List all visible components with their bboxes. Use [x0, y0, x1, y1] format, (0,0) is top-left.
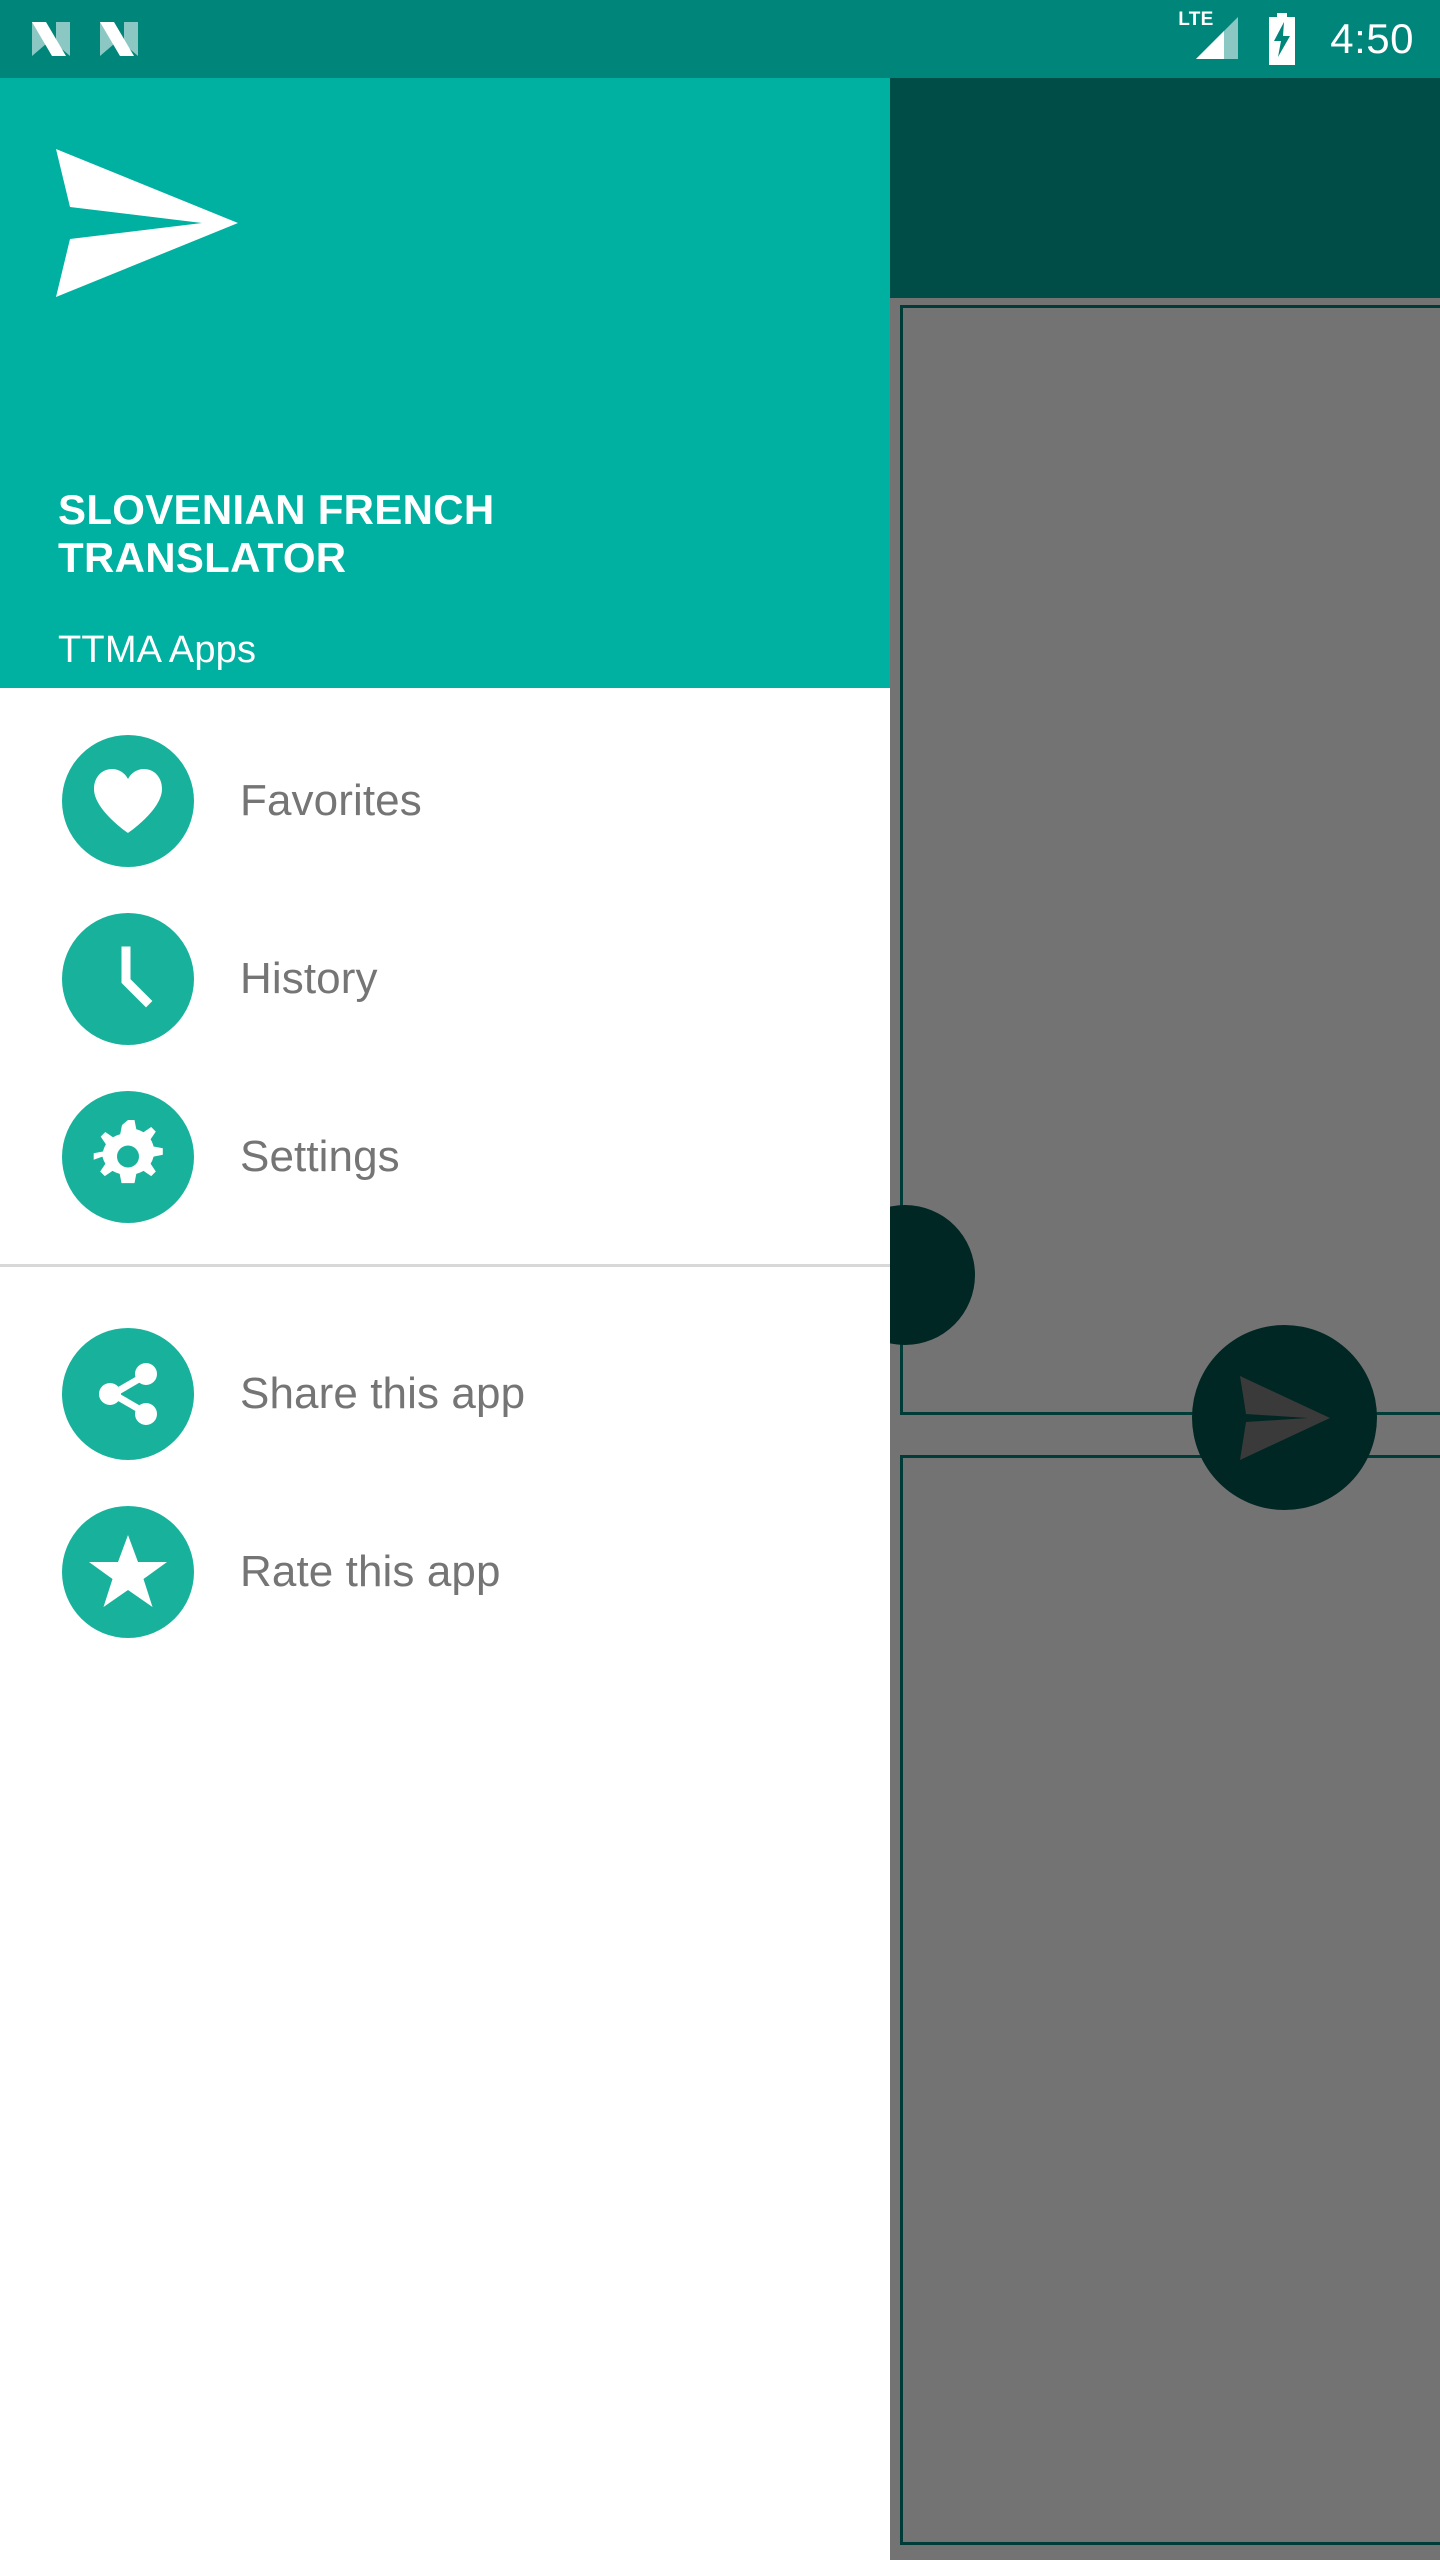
- drawer-item-label: Settings: [240, 1132, 400, 1181]
- gear-icon: [62, 1091, 194, 1223]
- drawer-item-favorites[interactable]: Favorites: [0, 712, 890, 890]
- drawer-item-rate-this-app[interactable]: Rate this app: [0, 1483, 890, 1661]
- app-root: FRENCH SLOVENIAN FRENCH TRANSLATOR TTMA …: [0, 0, 1440, 2560]
- drawer-secondary-menu: Share this app Rate this app: [0, 1281, 890, 1661]
- drawer-app-title: SLOVENIAN FRENCH TRANSLATOR: [58, 486, 495, 582]
- android-n-logo-icon: [28, 16, 74, 62]
- drawer-primary-menu: Favorites History Settings: [0, 688, 890, 1246]
- star-icon: [62, 1506, 194, 1638]
- drawer-item-history[interactable]: History: [0, 890, 890, 1068]
- navigation-drawer: SLOVENIAN FRENCH TRANSLATOR TTMA Apps Fa…: [0, 78, 890, 2560]
- drawer-item-settings[interactable]: Settings: [0, 1068, 890, 1246]
- drawer-header: SLOVENIAN FRENCH TRANSLATOR TTMA Apps: [0, 78, 890, 688]
- status-bar: LTE 4:50: [0, 0, 1440, 78]
- drawer-app-subtitle: TTMA Apps: [58, 629, 257, 671]
- status-bar-left-icons: [28, 16, 142, 62]
- drawer-divider: [0, 1264, 890, 1267]
- share-icon: [62, 1328, 194, 1460]
- drawer-item-label: Favorites: [240, 776, 422, 825]
- drawer-item-label: Share this app: [240, 1369, 526, 1418]
- android-n-logo-icon: [96, 16, 142, 62]
- drawer-item-share-this-app[interactable]: Share this app: [0, 1305, 890, 1483]
- status-bar-right-icons: LTE 4:50: [1178, 9, 1414, 65]
- heart-icon: [62, 735, 194, 867]
- status-bar-clock: 4:50: [1330, 15, 1414, 62]
- drawer-item-label: History: [240, 954, 378, 1003]
- drawer-item-label: Rate this app: [240, 1547, 501, 1596]
- lte-signal-icon: LTE: [1178, 9, 1244, 63]
- clock-icon: [62, 913, 194, 1045]
- battery-charging-icon: [1264, 13, 1300, 65]
- paper-plane-logo-icon: [52, 143, 242, 303]
